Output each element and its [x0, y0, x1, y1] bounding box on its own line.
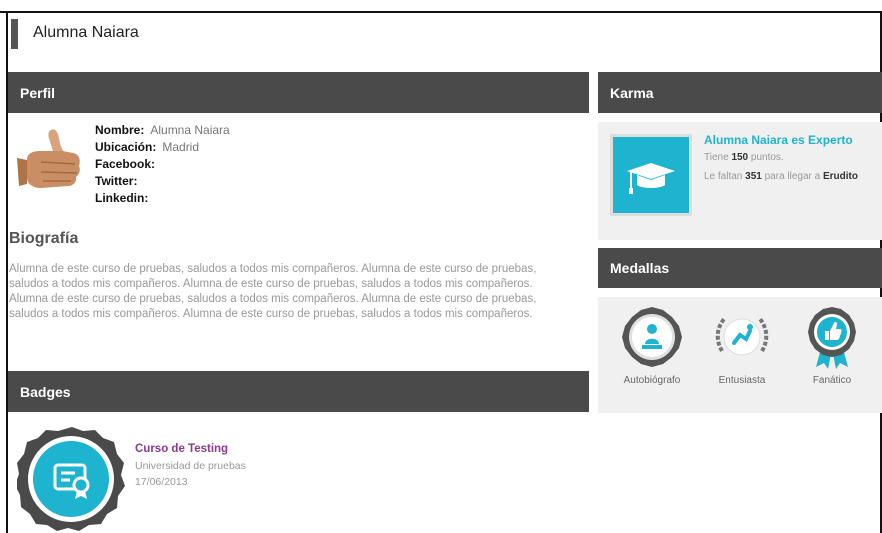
profile-field-label: Linkedin: [95, 191, 149, 205]
thumbs-up-ribbon-icon [808, 307, 856, 369]
avatar [13, 120, 87, 194]
karma-missing-middle: para llegar a [764, 171, 821, 182]
medallas-header: Medallas [598, 248, 882, 288]
profile-field-facebook: Facebook: [95, 156, 230, 173]
badges-header-label: Badges [20, 383, 71, 400]
medal-label: Entusiasta [718, 375, 766, 386]
profile-fields: Nombre: Alumna Naiara Ubicación: Madrid Fa… [95, 122, 230, 207]
profile-field-label: Nombre: [95, 123, 145, 137]
medal-entusiasta[interactable]: Entusiasta [702, 305, 782, 386]
profile-field-label: Ubicación: [95, 140, 157, 154]
badge-date: 17/06/2013 [135, 476, 188, 488]
profile-field-ubicacion: Ubicación: Madrid [95, 139, 230, 156]
karma-header-label: Karma [610, 84, 654, 101]
medal-label: Autobiógrafo [623, 375, 681, 386]
profile-field-twitter: Twitter: [95, 173, 230, 190]
karma-next-level-text: Le faltan 351 para llegar a Erudito [704, 171, 858, 182]
certificate-icon[interactable] [17, 425, 127, 533]
graduation-cap-icon [610, 134, 692, 216]
karma-next-level: Erudito [823, 171, 858, 182]
perfil-header: Perfil [8, 72, 589, 113]
page-title: Alumna Naiara [33, 24, 139, 41]
karma-title-link[interactable]: Alumna Naiara es Experto [704, 133, 853, 147]
medal-autobiografo[interactable]: Autobiógrafo [612, 305, 692, 386]
title-accent-bar [11, 19, 18, 49]
bio-title: Biografía [9, 230, 79, 247]
badge-title-link[interactable]: Curso de Testing [135, 443, 228, 455]
karma-points-value: 150 [731, 152, 749, 163]
karma-points-text: Tiene 150 puntos. [704, 152, 784, 163]
karma-points-suffix: puntos. [750, 152, 784, 163]
medal-fanatico[interactable]: Fanático [792, 305, 872, 386]
karma-missing-prefix: Le faltan [704, 171, 743, 182]
badges-header: Badges [8, 371, 589, 412]
profile-field-linkedin: Linkedin: [95, 190, 230, 207]
badge-organization: Universidad de pruebas [135, 460, 246, 472]
laurel-runner-icon [712, 307, 772, 367]
profile-field-value: Madrid [162, 140, 200, 154]
profile-field-nombre: Nombre: Alumna Naiara [95, 122, 230, 139]
medallas-header-label: Medallas [610, 260, 670, 276]
karma-header: Karma [598, 72, 882, 113]
medallas-panel: Autobiógrafo Entusiasta Fanático [598, 297, 882, 413]
profile-field-value: Alumna Naiara [150, 123, 230, 137]
reading-person-icon [622, 307, 682, 367]
karma-panel: Alumna Naiara es Experto Tiene 150 punto… [598, 122, 882, 240]
frame-top-border [0, 11, 882, 13]
perfil-header-label: Perfil [20, 84, 56, 101]
profile-field-label: Twitter: [95, 174, 138, 188]
bio-text: Alumna de este curso de pruebas, saludos… [9, 263, 537, 320]
karma-missing-value: 351 [745, 171, 762, 182]
profile-field-label: Facebook: [95, 157, 156, 171]
karma-points-prefix: Tiene [704, 152, 729, 163]
medal-label: Fanático [812, 375, 852, 386]
